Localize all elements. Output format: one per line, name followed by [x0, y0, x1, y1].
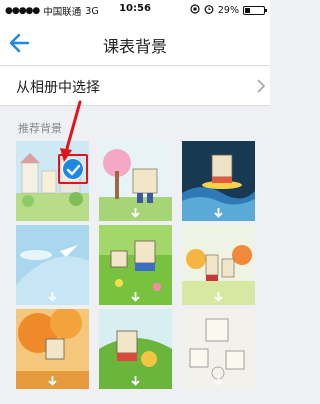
page-title: 课表背景 [102, 37, 167, 56]
battery-percent: 29% [217, 5, 239, 16]
download-arrow-icon [131, 376, 140, 386]
background-thumb-surfing[interactable] [182, 141, 255, 221]
download-arrow-icon [214, 376, 223, 386]
download-arrow-icon [48, 376, 57, 386]
chevron-right-icon [257, 79, 266, 93]
background-thumb-sketch[interactable] [182, 309, 255, 389]
background-thumb-pink-tree[interactable] [99, 141, 172, 221]
alarm-icon [204, 4, 214, 17]
background-thumb-sky-plane[interactable] [16, 225, 89, 305]
nav-bar: 课表背景 [0, 20, 270, 66]
orientation-lock-icon [190, 4, 200, 17]
background-thumb-green-hill[interactable] [99, 309, 172, 389]
download-arrow-icon [214, 208, 223, 218]
battery-icon [243, 6, 267, 15]
download-arrow-icon [131, 208, 140, 218]
recommended-backgrounds-label: 推荐背景 [18, 122, 62, 135]
choose-from-album-label: 从相册中选择 [16, 80, 100, 96]
status-bar: ●●●●● 中国联通 3G 10:56 29% [0, 0, 270, 20]
background-thumb-green-grass[interactable] [99, 225, 172, 305]
selected-check-box [58, 154, 88, 184]
selected-check-icon [62, 158, 84, 180]
download-arrow-icon [48, 292, 57, 302]
background-thumb-colorful-trees[interactable] [182, 225, 255, 305]
download-arrow-icon [131, 292, 140, 302]
background-thumb-autumn[interactable] [16, 309, 89, 389]
download-arrow-icon [214, 292, 223, 302]
battery-fill [245, 8, 250, 13]
choose-from-album-row[interactable]: 从相册中选择 [0, 66, 270, 106]
